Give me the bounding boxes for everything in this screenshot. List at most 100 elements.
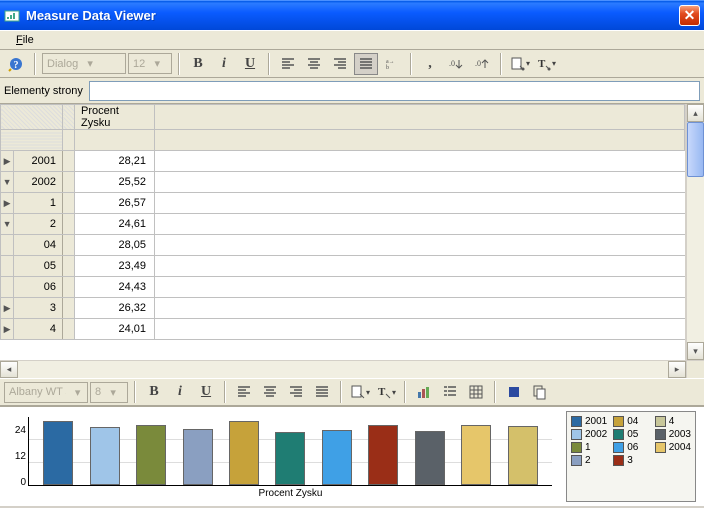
menu-file[interactable]: File [8, 32, 42, 48]
chart-underline-button[interactable]: U [194, 381, 218, 403]
scroll-left-button[interactable]: ◂ [0, 361, 18, 378]
fill-color-button[interactable] [502, 381, 526, 403]
grid-corner2[interactable] [63, 105, 75, 130]
chart-bar[interactable] [508, 426, 538, 485]
grid-corner[interactable] [1, 105, 63, 130]
grid-row-corner[interactable] [1, 130, 63, 151]
chart-bar[interactable] [43, 421, 73, 485]
scroll-right-button[interactable]: ▸ [668, 361, 686, 378]
chart-align-justify-button[interactable] [310, 381, 334, 403]
row-label[interactable]: 06 [14, 277, 63, 298]
horizontal-scrollbar[interactable]: ◂ ▸ [0, 360, 704, 378]
legend-swatch [571, 429, 582, 440]
format-data-button[interactable]: ▾ [508, 53, 532, 75]
italic-button[interactable]: i [212, 53, 236, 75]
scroll-down-button[interactable]: ▾ [687, 342, 704, 360]
cell-value[interactable]: 25,52 [75, 172, 155, 193]
cell-value[interactable]: 26,57 [75, 193, 155, 214]
cell-value[interactable]: 26,32 [75, 298, 155, 319]
bar-chart[interactable]: 24 12 0 Procent Zysku [4, 411, 552, 502]
column-header-procent[interactable]: Procent Zysku [75, 105, 155, 130]
decrease-decimal-button[interactable]: .0 [470, 53, 494, 75]
cell-value[interactable]: 28,05 [75, 235, 155, 256]
grid-view-button[interactable] [464, 381, 488, 403]
chart-bar[interactable] [415, 431, 445, 485]
page-elements-field[interactable] [89, 81, 700, 101]
row-label[interactable]: 3 [14, 298, 63, 319]
row-label[interactable]: 05 [14, 256, 63, 277]
scroll-track[interactable] [687, 122, 704, 342]
expand-icon[interactable] [1, 277, 14, 298]
hscroll-track[interactable] [18, 361, 668, 378]
chart-italic-button[interactable]: i [168, 381, 192, 403]
table-row[interactable]: ▼2 24,61 [1, 214, 685, 235]
chart-font-size-combo[interactable]: 8 ▾ [90, 382, 128, 403]
data-grid[interactable]: Procent Zysku ▶200128,21▼200225,52▶126,5… [0, 104, 686, 360]
chart-bar[interactable] [368, 425, 398, 485]
font-size-combo[interactable]: 12 ▾ [128, 53, 172, 74]
chart-font-name-combo[interactable]: Albany WT J ▾ [4, 382, 88, 403]
expand-icon[interactable] [1, 235, 14, 256]
bar-chart-button[interactable] [412, 381, 436, 403]
bold-button[interactable]: B [186, 53, 210, 75]
table-row[interactable]: 04 28,05 [1, 235, 685, 256]
align-right-button[interactable] [328, 53, 352, 75]
expand-icon[interactable]: ▶ [1, 319, 14, 340]
chart-bar[interactable] [322, 430, 352, 485]
chart-format-data-button[interactable]: ▾ [348, 381, 372, 403]
vertical-scrollbar[interactable]: ▴ ▾ [686, 104, 704, 360]
wrap-text-button[interactable]: a→b [380, 53, 404, 75]
expand-icon[interactable] [1, 256, 14, 277]
row-label[interactable]: 2001 [14, 151, 63, 172]
font-name-combo[interactable]: Dialog ▾ [42, 53, 126, 74]
decimal-button[interactable]: , [418, 53, 442, 75]
underline-button[interactable]: U [238, 53, 262, 75]
font-name-value: Dialog [47, 58, 78, 70]
row-label[interactable]: 04 [14, 235, 63, 256]
align-justify-button[interactable] [354, 53, 378, 75]
cell-value[interactable]: 24,43 [75, 277, 155, 298]
cell-value[interactable]: 28,21 [75, 151, 155, 172]
expand-icon[interactable]: ▼ [1, 214, 14, 235]
chart-bar[interactable] [183, 429, 213, 485]
table-row[interactable]: ▶1 26,57 [1, 193, 685, 214]
increase-decimal-button[interactable]: .0 [444, 53, 468, 75]
table-row[interactable]: ▶4 24,01 [1, 319, 685, 340]
cell-value[interactable]: 23,49 [75, 256, 155, 277]
scroll-thumb[interactable] [687, 122, 704, 177]
table-row[interactable]: ▶3 26,32 [1, 298, 685, 319]
chart-bar[interactable] [90, 427, 120, 485]
row-label[interactable]: 2002 [14, 172, 63, 193]
chart-align-center-button[interactable] [258, 381, 282, 403]
expand-icon[interactable]: ▼ [1, 172, 14, 193]
table-row[interactable]: 06 24,43 [1, 277, 685, 298]
expand-icon[interactable]: ▶ [1, 298, 14, 319]
chart-bold-button[interactable]: B [142, 381, 166, 403]
align-left-button[interactable] [276, 53, 300, 75]
help-icon[interactable]: ? [4, 53, 28, 75]
row-label[interactable]: 2 [14, 214, 63, 235]
row-label[interactable]: 1 [14, 193, 63, 214]
table-row[interactable]: ▶2001 28,21 [1, 151, 685, 172]
chart-bar[interactable] [461, 425, 491, 485]
copy-chart-button[interactable] [528, 381, 552, 403]
chart-align-left-button[interactable] [232, 381, 256, 403]
expand-icon[interactable]: ▶ [1, 193, 14, 214]
list-view-button[interactable] [438, 381, 462, 403]
table-row[interactable]: ▼2002 25,52 [1, 172, 685, 193]
format-cell-button[interactable]: T▾ [534, 53, 558, 75]
close-button[interactable]: ✕ [679, 5, 700, 26]
expand-icon[interactable]: ▶ [1, 151, 14, 172]
row-label[interactable]: 4 [14, 319, 63, 340]
chart-bar[interactable] [275, 432, 305, 485]
cell-value[interactable]: 24,61 [75, 214, 155, 235]
chart-bar[interactable] [136, 425, 166, 485]
chart-format-text-button[interactable]: T▾ [374, 381, 398, 403]
column-header-empty[interactable] [155, 105, 685, 130]
chart-align-right-button[interactable] [284, 381, 308, 403]
scroll-up-button[interactable]: ▴ [687, 104, 704, 122]
chart-bar[interactable] [229, 421, 259, 485]
table-row[interactable]: 05 23,49 [1, 256, 685, 277]
align-center-button[interactable] [302, 53, 326, 75]
cell-value[interactable]: 24,01 [75, 319, 155, 340]
